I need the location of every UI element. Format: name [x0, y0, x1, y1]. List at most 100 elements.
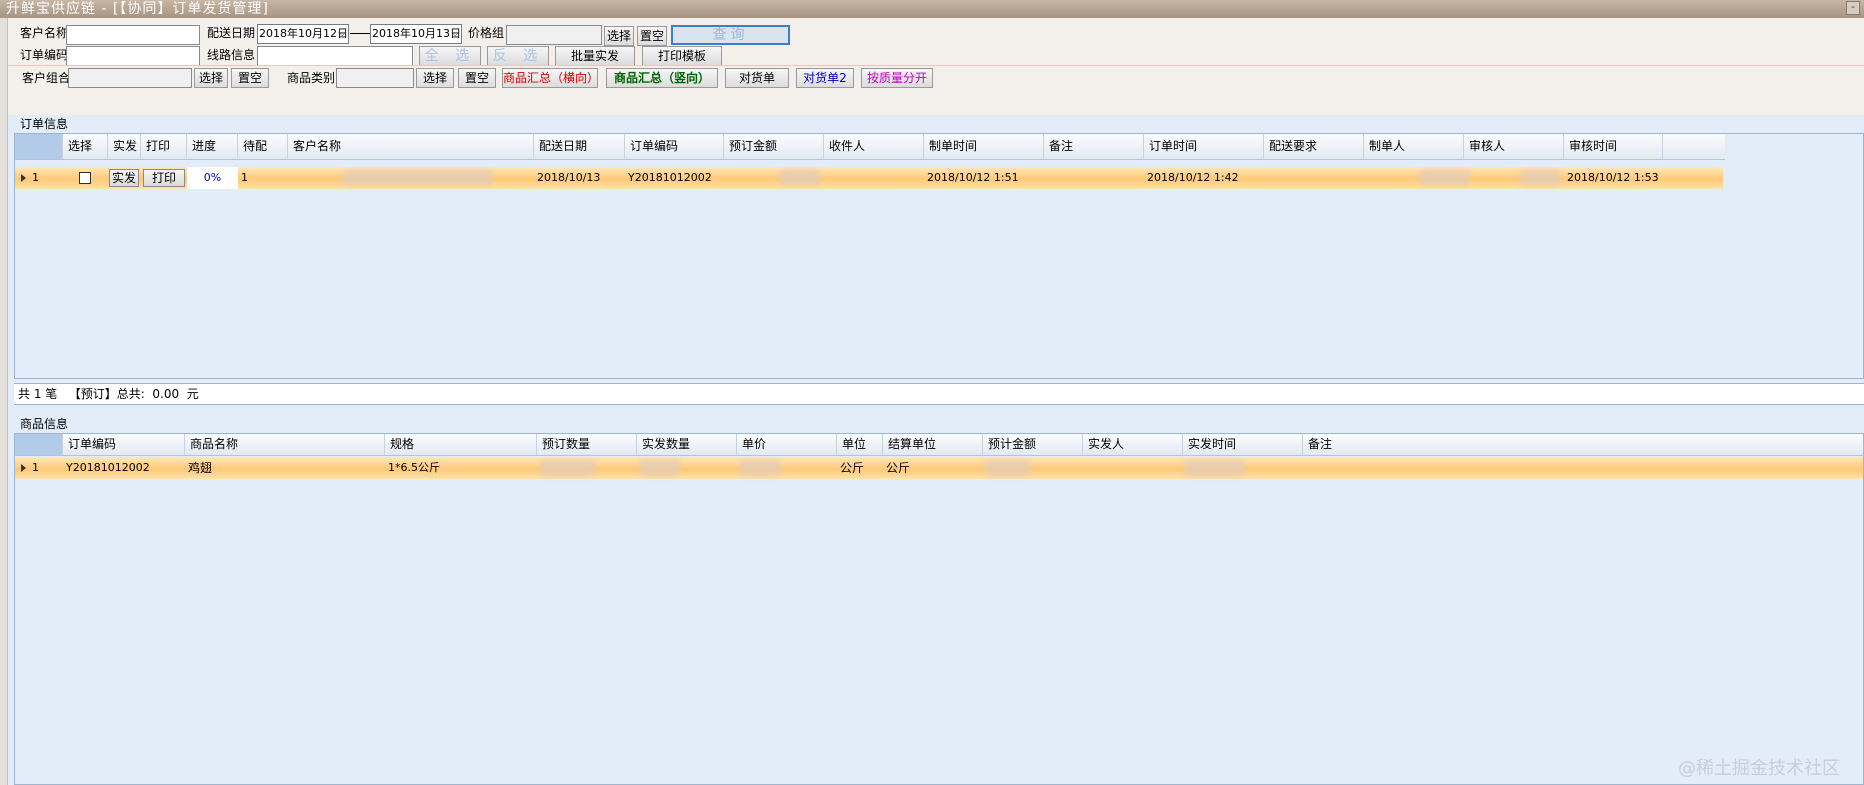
col-header[interactable]: 客户名称 [288, 134, 534, 159]
col-header[interactable]: 选择 [63, 134, 108, 159]
print-template-button[interactable]: 打印模板 [642, 46, 722, 66]
product-grid: 订单编码 商品名称 规格 预订数量 实发数量 单价 单位 结算单位 预计金额 实… [14, 433, 1864, 785]
customer-group-select-button[interactable]: 选择 [194, 68, 228, 88]
row-header-corner [15, 134, 63, 159]
row-header-corner [15, 434, 63, 455]
redacted-reviewer [1520, 170, 1560, 186]
col-header[interactable]: 收件人 [824, 134, 924, 159]
col-header[interactable]: 订单编码 [625, 134, 724, 159]
print-button[interactable]: 打印 [143, 169, 185, 187]
minimize-button[interactable]: - [1846, 1, 1860, 15]
date-to-picker[interactable]: 2018年10月13日 ⌵ [370, 24, 462, 44]
col-header[interactable]: 实发 [108, 134, 141, 159]
order-summary: 共 1 笔 【预订】总共: 0.00 元 [14, 383, 1864, 405]
select-all-button[interactable]: 全 选 [419, 46, 481, 66]
route-label: 线路信息 [207, 48, 256, 62]
toolbar-divider [8, 65, 1864, 66]
col-header[interactable]: 待配 [238, 134, 288, 159]
settle-unit-cell: 公斤 [886, 461, 911, 475]
date-from-picker[interactable]: 2018年10月12日 ⌵ [257, 24, 349, 44]
order-code-input[interactable] [66, 46, 200, 66]
row-header: 1 [15, 457, 63, 479]
redacted-actual-quantity [640, 460, 680, 476]
col-header[interactable]: 规格 [385, 434, 537, 455]
redacted-creator [1420, 170, 1470, 186]
product-summary-vertical-button[interactable]: 商品汇总（竖向） [606, 68, 718, 88]
query-button[interactable]: 查询 [671, 25, 790, 45]
col-header[interactable]: 单价 [737, 434, 837, 455]
order-grid-header: 选择 实发 打印 进度 待配 客户名称 配送日期 订单编码 预订金额 收件人 制… [15, 134, 1725, 160]
row-header: 1 [15, 167, 63, 189]
row-select-checkbox[interactable] [79, 172, 91, 184]
window-title: 升鲜宝供应链 - [【协同】订单发货管理] [6, 1, 269, 17]
col-header[interactable]: 备注 [1044, 134, 1144, 159]
col-header[interactable]: 预订数量 [537, 434, 637, 455]
batch-ship-button[interactable]: 批量实发 [555, 46, 635, 66]
redacted-customer-name [343, 170, 493, 186]
created-time-cell: 2018/10/12 1:51 [927, 171, 1019, 184]
order-code-label: 订单编码 [20, 48, 69, 62]
redacted-quantity [540, 460, 595, 476]
customer-group-label: 客户组合: [22, 71, 75, 85]
customer-group-clear-button[interactable]: 置空 [231, 68, 269, 88]
progress-cell: 0% [187, 167, 238, 189]
split-by-quality-button[interactable]: 按质量分开 [861, 68, 933, 88]
col-header[interactable]: 预订金额 [724, 134, 824, 159]
redacted-estimated-amount [985, 460, 1030, 476]
col-header[interactable]: 实发数量 [637, 434, 737, 455]
col-header[interactable]: 订单编码 [63, 434, 185, 455]
price-group-input[interactable] [506, 25, 602, 45]
col-header[interactable]: 结算单位 [883, 434, 983, 455]
col-header[interactable]: 预计金额 [983, 434, 1083, 455]
col-header[interactable]: 单位 [837, 434, 883, 455]
col-header[interactable]: 配送要求 [1264, 134, 1364, 159]
product-summary-horizontal-button[interactable]: 商品汇总（横向） [502, 68, 599, 88]
invert-selection-button[interactable]: 反 选 [487, 46, 549, 66]
title-bar: 升鲜宝供应链 - [【协同】订单发货管理] - [0, 0, 1864, 18]
product-grid-header: 订单编码 商品名称 规格 预订数量 实发数量 单价 单位 结算单位 预计金额 实… [15, 434, 1863, 456]
col-header[interactable]: 配送日期 [534, 134, 625, 159]
order-code-cell: Y20181012002 [66, 461, 150, 474]
product-category-input[interactable] [336, 68, 414, 88]
date-to-value: 2018年10月13日 [372, 27, 461, 40]
col-header[interactable]: 商品名称 [185, 434, 385, 455]
ship-button[interactable]: 实发 [109, 169, 139, 187]
spec-cell: 1*6.5公斤 [388, 461, 440, 474]
col-header[interactable]: 备注 [1303, 434, 1863, 455]
order-panel-title: 订单信息 [20, 117, 69, 131]
delivery-date-cell: 2018/10/13 [537, 171, 601, 184]
redacted-ship-time [1185, 460, 1245, 476]
reconcile2-button[interactable]: 对货单2 [796, 68, 854, 88]
product-category-label: 商品类别 [287, 71, 336, 85]
table-row[interactable]: 1 实发 打印 0% 1 2018/10/13 Y20181012002 201… [15, 167, 1723, 189]
col-header[interactable]: 进度 [187, 134, 238, 159]
table-row[interactable]: 1 Y20181012002 鸡翅 1*6.5公斤 公斤 公斤 [15, 457, 1863, 479]
price-group-clear-button[interactable]: 置空 [637, 26, 667, 46]
current-row-arrow-icon [21, 174, 26, 182]
pending-cell: 1 [241, 171, 248, 184]
col-header[interactable]: 制单人 [1364, 134, 1464, 159]
col-header[interactable]: 实发时间 [1183, 434, 1303, 455]
price-group-select-button[interactable]: 选择 [604, 26, 634, 46]
price-group-label: 价格组 [468, 26, 505, 40]
reconcile-button[interactable]: 对货单 [725, 68, 789, 88]
col-header[interactable]: 订单时间 [1144, 134, 1264, 159]
col-header[interactable]: 审核人 [1464, 134, 1564, 159]
order-grid: 选择 实发 打印 进度 待配 客户名称 配送日期 订单编码 预订金额 收件人 制… [14, 133, 1864, 379]
date-range-dash [350, 33, 370, 34]
col-header[interactable]: 打印 [141, 134, 187, 159]
filter-toolbar: 客户名称 配送日期 2018年10月12日 ⌵ 2018年10月13日 ⌵ 价格组 … [8, 18, 1864, 115]
col-header[interactable]: 制单时间 [924, 134, 1044, 159]
chevron-down-icon: ⌵ [451, 28, 459, 39]
route-input[interactable] [257, 46, 413, 66]
product-category-clear-button[interactable]: 置空 [458, 68, 496, 88]
review-time-cell: 2018/10/12 1:53 [1567, 171, 1659, 184]
col-header[interactable]: 审核时间 [1564, 134, 1663, 159]
order-code-cell: Y20181012002 [628, 171, 712, 184]
customer-name-input[interactable] [66, 25, 200, 45]
product-category-select-button[interactable]: 选择 [416, 68, 454, 88]
col-header[interactable]: 实发人 [1083, 434, 1183, 455]
watermark: @稀土掘金技术社区 [1678, 758, 1840, 779]
product-name-cell: 鸡翅 [188, 461, 213, 475]
customer-group-input[interactable] [68, 68, 192, 88]
